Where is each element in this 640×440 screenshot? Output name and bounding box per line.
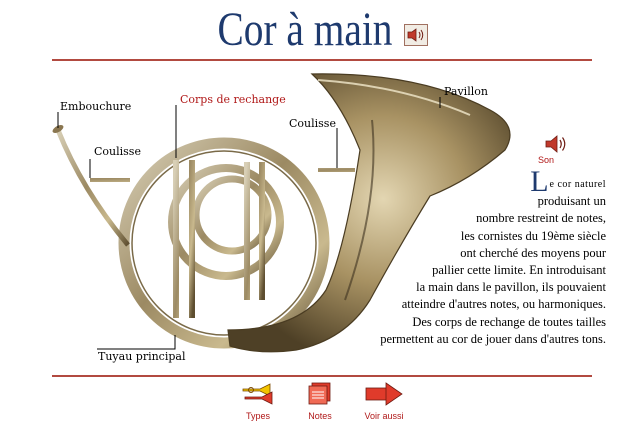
description-line: pallier cette limite. En introduisant xyxy=(432,263,606,278)
sound-icon[interactable] xyxy=(543,132,569,156)
nav-types-label[interactable]: Types xyxy=(236,411,280,421)
description-line: permettent au cor de jouer dans d'autres… xyxy=(380,331,606,346)
description-text: Le cor naturel produisant un nombre rest… xyxy=(300,167,606,348)
nav-notes-button[interactable]: Notes xyxy=(300,382,340,421)
label-corps-de-rechange: Corps de rechange xyxy=(180,93,286,106)
description-line: ont cherché des moyens pour xyxy=(460,245,606,260)
label-coulisse-left: Coulisse xyxy=(94,145,141,158)
label-coulisse-right: Coulisse xyxy=(289,117,336,130)
notes-icon xyxy=(308,382,331,405)
label-tuyau-principal: Tuyau principal xyxy=(98,350,186,363)
nav-types-button[interactable]: Types xyxy=(236,382,280,421)
nav-notes-label[interactable]: Notes xyxy=(300,411,340,421)
trumpets-icon xyxy=(242,383,273,405)
description-line: atteindre d'autres notes, ou harmoniques… xyxy=(401,297,606,312)
description-line: les cornistes du 19ème siècle xyxy=(460,228,606,243)
description-line: la main dans le pavillon, ils pouvaient xyxy=(416,280,606,295)
nav-voir-aussi-label[interactable]: Voir aussi xyxy=(356,411,412,421)
bottom-divider xyxy=(52,375,592,377)
description-line: nombre restreint de notes, xyxy=(476,211,606,226)
arrow-right-icon xyxy=(365,382,403,406)
description-line: produisant un xyxy=(537,194,606,209)
nav-voir-aussi-button[interactable]: Voir aussi xyxy=(356,382,412,421)
label-embouchure: Embouchure xyxy=(60,100,132,113)
description-lead: e cor naturel xyxy=(549,179,606,190)
label-pavillon: Pavillon xyxy=(444,85,488,98)
sound-label[interactable]: Son xyxy=(538,155,554,165)
description-line: Des corps de rechange de toutes tailles xyxy=(412,314,606,329)
